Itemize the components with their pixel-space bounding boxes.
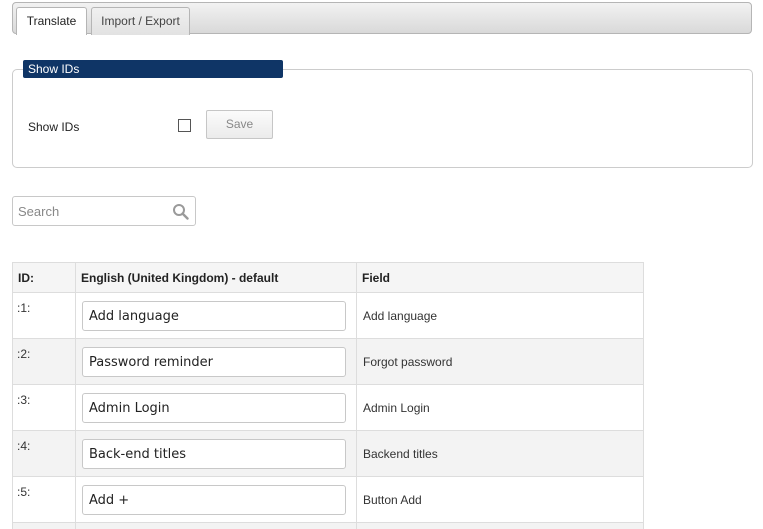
- row-id: :3:: [17, 393, 31, 407]
- table-row: :2: Forgot password: [13, 338, 643, 384]
- tab-bar: Translate Import / Export: [12, 2, 752, 35]
- id-cell: :2:: [13, 339, 75, 384]
- search-icon[interactable]: [172, 203, 189, 220]
- column-header-english: English (United Kingdom) - default: [81, 271, 279, 285]
- translation-input[interactable]: [82, 393, 346, 423]
- translation-cell: [75, 431, 356, 476]
- row-id: :2:: [17, 347, 31, 361]
- search-input[interactable]: [18, 202, 168, 220]
- row-id: :5:: [17, 485, 31, 499]
- row-id: :1:: [17, 301, 31, 315]
- translation-input[interactable]: [82, 485, 346, 515]
- translation-input[interactable]: [82, 301, 346, 331]
- translation-cell: [75, 385, 356, 430]
- table-header: ID: English (United Kingdom) - default F…: [13, 262, 643, 292]
- field-cell: Forgot password: [356, 339, 643, 384]
- translation-input[interactable]: [82, 347, 346, 377]
- table-row: :4: Backend titles: [13, 430, 643, 476]
- field-name: Add language: [363, 309, 438, 323]
- search-box: [12, 196, 196, 226]
- header-cell-english: English (United Kingdom) - default: [75, 263, 356, 292]
- table-row: :5: Button Add: [13, 476, 643, 522]
- id-cell: :5:: [13, 477, 75, 522]
- field-name: Forgot password: [363, 355, 453, 369]
- field-cell: Admin Login: [356, 385, 643, 430]
- field-cell: Backend titles: [356, 431, 643, 476]
- translation-table: ID: English (United Kingdom) - default F…: [12, 262, 644, 529]
- translation-cell: [75, 339, 356, 384]
- translation-cell: [75, 293, 356, 338]
- show-ids-checkbox[interactable]: [178, 119, 191, 132]
- id-cell: :4:: [13, 431, 75, 476]
- field-cell: Button Add: [356, 477, 643, 522]
- header-cell-field: Field: [356, 263, 643, 292]
- table-row: :3: Admin Login: [13, 384, 643, 430]
- save-button[interactable]: Save: [206, 110, 273, 139]
- row-id: :4:: [17, 439, 31, 453]
- field-name: Button Add: [363, 493, 422, 507]
- id-cell: :3:: [13, 385, 75, 430]
- translation-input[interactable]: [82, 439, 346, 469]
- field-cell: [356, 523, 643, 529]
- field-name: Admin Login: [363, 401, 430, 415]
- show-ids-fieldset: [12, 69, 753, 168]
- show-ids-legend: Show IDs: [23, 60, 283, 78]
- column-header-id: ID:: [18, 271, 34, 285]
- show-ids-label: Show IDs: [28, 120, 80, 134]
- id-cell: [13, 523, 75, 529]
- translation-cell: [75, 523, 356, 529]
- field-cell: Add language: [356, 293, 643, 338]
- table-row: :1: Add language: [13, 292, 643, 338]
- tab-import-export[interactable]: Import / Export: [91, 7, 190, 35]
- column-header-field: Field: [362, 271, 391, 285]
- translation-cell: [75, 477, 356, 522]
- tab-translate[interactable]: Translate: [16, 7, 87, 35]
- field-name: Backend titles: [363, 447, 438, 461]
- id-cell: :1:: [13, 293, 75, 338]
- header-cell-id: ID:: [13, 263, 75, 292]
- table-row: [13, 522, 643, 529]
